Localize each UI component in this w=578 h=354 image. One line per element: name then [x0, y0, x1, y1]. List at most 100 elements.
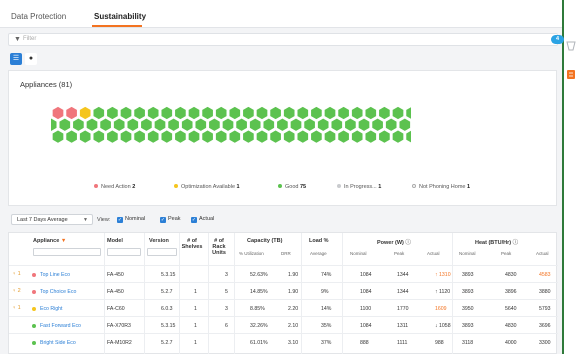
appliance-filter-input[interactable] — [33, 248, 101, 256]
col-model[interactable]: Model — [107, 238, 123, 244]
appliance-hex[interactable] — [283, 129, 296, 144]
appliance-hex[interactable] — [58, 117, 71, 132]
appliance-name-link[interactable]: Fast Forward Eco — [40, 323, 81, 329]
appliance-name-link[interactable]: Eco Right — [40, 306, 63, 312]
appliance-hex[interactable] — [222, 117, 234, 132]
appliance-hex[interactable] — [283, 106, 296, 120]
appliance-hex[interactable] — [126, 117, 139, 132]
appliance-hex[interactable] — [188, 129, 200, 144]
appliance-hex[interactable] — [269, 129, 282, 144]
appliance-hex[interactable] — [337, 129, 350, 144]
appliance-hex[interactable] — [337, 106, 350, 120]
nominal-checkbox[interactable]: ✓ Nominal — [117, 216, 145, 223]
appliance-hex[interactable] — [344, 117, 357, 132]
appliance-hex[interactable] — [194, 117, 207, 132]
col-capacity[interactable]: Capacity (TB) — [247, 238, 282, 244]
appliance-hex[interactable] — [290, 117, 302, 132]
table-row[interactable]: ♀ 1 Top Line Eco FA-450 5.3.15 3 52.63% 1.90 74… — [9, 265, 558, 282]
model-filter-input[interactable] — [107, 248, 141, 256]
appliance-hex[interactable] — [324, 129, 336, 144]
time-range-select[interactable]: Last 7 Days Average ▼ — [11, 214, 93, 225]
appliance-hex[interactable] — [167, 117, 180, 132]
appliance-hex[interactable] — [79, 129, 92, 144]
appliance-hex[interactable] — [147, 129, 160, 144]
appliance-name-link[interactable]: Bright Side Eco — [40, 340, 76, 346]
appliance-hex[interactable] — [351, 106, 364, 120]
list-view-button[interactable]: ☰ — [10, 53, 22, 65]
appliance-hex[interactable] — [188, 106, 200, 120]
appliance-hex[interactable] — [364, 129, 377, 144]
legend-not-phoning-home[interactable]: Not Phoning Home 1 — [412, 184, 470, 190]
appliance-hex[interactable] — [52, 129, 64, 144]
appliance-hex[interactable] — [296, 129, 309, 144]
appliance-hex[interactable] — [378, 106, 391, 120]
appliance-hex[interactable] — [351, 129, 364, 144]
appliance-hex[interactable] — [72, 117, 85, 132]
appliance-hex[interactable] — [228, 106, 241, 120]
alert-bulb-icon[interactable]: ♀ 1 — [12, 305, 21, 311]
col-power[interactable]: Power (W) ⓘ — [377, 238, 411, 246]
appliance-hex[interactable] — [140, 117, 153, 132]
table-row[interactable]: Bright Side Eco FA-M10R2 5.2.7 1 61.01% 3.10 3… — [9, 333, 558, 350]
appliance-hex[interactable] — [52, 106, 64, 120]
appliance-hex[interactable] — [147, 106, 160, 120]
appliance-hex[interactable] — [242, 129, 255, 144]
col-load[interactable]: Load % — [309, 238, 329, 244]
appliance-hex[interactable] — [330, 117, 343, 132]
appliance-hex[interactable] — [65, 106, 78, 120]
filter-input[interactable]: ▼ Filter — [8, 33, 558, 46]
col-heat[interactable]: Heat (BTU/Hr) ⓘ — [475, 238, 518, 246]
appliance-hex[interactable] — [310, 106, 323, 120]
appliance-hex[interactable] — [276, 117, 289, 132]
appliance-hex[interactable] — [215, 106, 228, 120]
tab-data-protection[interactable]: Data Protection — [11, 12, 66, 21]
appliance-hex[interactable] — [358, 117, 370, 132]
appliance-hex[interactable] — [174, 106, 187, 120]
legend-in-progress[interactable]: In Progress... 1 — [337, 184, 381, 190]
appliance-hex[interactable] — [181, 117, 194, 132]
appliance-hex[interactable] — [310, 129, 323, 144]
appliance-hex[interactable] — [256, 106, 268, 120]
col-shelves[interactable]: # of Shelves — [180, 238, 204, 250]
appliance-hex[interactable] — [92, 106, 105, 120]
appliance-hex[interactable] — [120, 106, 132, 120]
appliance-hex[interactable] — [405, 130, 411, 144]
appliance-hex[interactable] — [296, 106, 309, 120]
appliance-hex[interactable] — [215, 129, 228, 144]
appliance-hex[interactable] — [154, 117, 166, 132]
appliance-hex[interactable] — [65, 129, 78, 144]
alert-bulb-icon[interactable]: ♀ 1 — [12, 271, 21, 277]
appliance-hex[interactable] — [174, 129, 187, 144]
appliance-hex[interactable] — [317, 117, 330, 132]
appliance-name-link[interactable]: Top Choice Eco — [40, 289, 76, 295]
col-version[interactable]: Version — [149, 238, 169, 244]
version-filter-input[interactable] — [147, 248, 177, 256]
appliance-hex[interactable] — [201, 129, 214, 144]
table-row[interactable]: ♀ 2 Top Choice Eco FA-450 5.2.7 1 5 14.85% 1.90… — [9, 282, 558, 299]
appliance-hex[interactable] — [99, 117, 112, 132]
appliance-hex[interactable] — [113, 117, 126, 132]
appliance-hex[interactable] — [242, 106, 255, 120]
appliance-hex[interactable] — [160, 106, 173, 120]
appliance-hex[interactable] — [269, 106, 282, 120]
report-icon[interactable] — [567, 70, 575, 79]
appliance-hex[interactable] — [160, 129, 173, 144]
appliance-hex[interactable] — [262, 117, 275, 132]
appliance-hex[interactable] — [92, 129, 105, 144]
appliance-hex[interactable] — [133, 129, 146, 144]
legend-need-action[interactable]: Need Action 2 — [94, 184, 135, 190]
tab-sustainability[interactable]: Sustainability — [94, 12, 146, 21]
appliance-hex[interactable] — [378, 129, 391, 144]
filter-count-badge[interactable]: 4 — [551, 35, 564, 44]
appliance-hex[interactable] — [256, 129, 268, 144]
appliance-hex[interactable] — [249, 117, 262, 132]
appliance-hex[interactable] — [79, 106, 92, 120]
legend-optimization[interactable]: Optimization Available 1 — [174, 184, 240, 190]
col-rack-units[interactable]: # of Rack Units — [209, 238, 229, 256]
appliance-hex[interactable] — [86, 117, 98, 132]
table-row[interactable]: ♀ 1 Eco Right FA-C60 6.0.3 1 3 8.85% 2.20 14% 110… — [9, 299, 558, 316]
appliance-name-link[interactable]: Top Line Eco — [40, 272, 70, 278]
appliance-hex[interactable] — [398, 117, 411, 132]
appliance-hex[interactable] — [228, 129, 241, 144]
appliance-hex[interactable] — [208, 117, 221, 132]
